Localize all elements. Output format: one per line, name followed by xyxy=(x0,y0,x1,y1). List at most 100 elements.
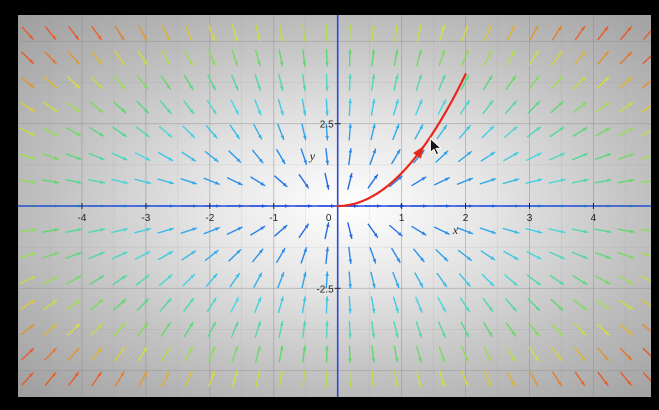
field-arrow xyxy=(574,25,586,41)
field-arrow xyxy=(506,371,516,387)
field-arrow-shaft xyxy=(641,130,651,137)
field-arrow xyxy=(618,127,634,137)
field-arrow-shaft xyxy=(643,372,651,383)
field-arrow xyxy=(277,271,285,289)
field-arrow xyxy=(433,177,450,186)
field-arrow-head xyxy=(418,74,422,80)
field-arrow xyxy=(182,125,196,139)
field-arrow xyxy=(325,49,329,67)
field-arrow-head xyxy=(348,99,352,104)
field-arrow xyxy=(529,371,539,387)
field-arrow xyxy=(594,251,612,259)
x-tick-label: 2 xyxy=(463,213,469,224)
field-arrow xyxy=(457,150,472,163)
field-arrow xyxy=(161,25,170,41)
field-arrow xyxy=(479,227,497,234)
field-arrow xyxy=(159,100,172,114)
field-arrow xyxy=(158,125,173,138)
x-axis-label: x xyxy=(452,223,459,237)
field-arrow xyxy=(595,299,611,311)
field-arrow xyxy=(371,49,376,67)
field-arrow xyxy=(44,347,57,361)
field-arrow xyxy=(184,25,193,42)
field-arrow xyxy=(277,296,284,314)
field-arrow xyxy=(229,272,241,288)
field-arrow xyxy=(206,99,217,115)
field-arrow xyxy=(392,296,399,314)
field-arrow xyxy=(370,271,376,289)
field-arrow xyxy=(527,298,541,312)
field-arrow xyxy=(302,370,307,388)
field-arrow xyxy=(134,227,152,234)
field-arrow-head xyxy=(325,37,329,42)
field-arrow xyxy=(640,228,651,232)
field-arrow xyxy=(204,150,219,163)
field-arrow xyxy=(618,275,634,285)
field-arrow xyxy=(597,347,610,361)
field-arrow xyxy=(461,49,469,66)
y-axis-label: y xyxy=(309,149,316,163)
field-arrow xyxy=(597,26,609,41)
x-tick-label: 1 xyxy=(399,213,405,224)
field-arrow xyxy=(348,345,352,363)
field-arrow xyxy=(641,130,651,137)
field-arrow xyxy=(158,151,174,162)
field-arrow xyxy=(231,370,238,388)
field-arrow-head xyxy=(325,370,329,375)
field-arrow xyxy=(438,49,446,67)
field-arrow xyxy=(437,297,447,313)
field-arrow xyxy=(20,102,36,113)
field-arrow-head xyxy=(348,123,353,128)
slope-field-plot[interactable]: -4 -3 -2 -1 0 1 2 3 4 2.5 -2.5 x y xyxy=(18,15,651,397)
field-arrow xyxy=(21,347,35,361)
field-arrow xyxy=(114,371,125,387)
field-arrow xyxy=(134,152,151,161)
field-arrow xyxy=(255,370,261,388)
field-arrow xyxy=(348,370,352,388)
field-arrow-head xyxy=(325,61,329,66)
field-arrow xyxy=(549,152,566,161)
field-arrow xyxy=(348,123,353,141)
field-arrow xyxy=(618,299,634,311)
field-arrow xyxy=(65,251,82,259)
field-arrow xyxy=(135,126,150,138)
field-arrow xyxy=(253,272,263,288)
field-arrow xyxy=(414,272,424,288)
field-arrow xyxy=(348,98,352,116)
field-arrow xyxy=(526,251,542,260)
field-arrow xyxy=(21,26,34,40)
field-arrow xyxy=(413,248,425,263)
field-arrow xyxy=(278,370,284,388)
field-arrow xyxy=(481,273,495,287)
field-arrow xyxy=(480,151,496,162)
field-arrow xyxy=(371,24,376,42)
field-arrow xyxy=(67,51,80,65)
field-arrow xyxy=(278,24,284,42)
field-arrow xyxy=(111,251,128,260)
field-arrow-head xyxy=(372,149,376,154)
field-arrow xyxy=(595,127,611,137)
field-arrow-head xyxy=(629,153,634,157)
field-arrow xyxy=(226,226,243,235)
field-arrow xyxy=(114,347,126,362)
field-arrow xyxy=(504,100,517,114)
field-arrow xyxy=(252,248,264,263)
field-arrow xyxy=(503,151,519,162)
field-arrow xyxy=(595,275,611,285)
field-arrow xyxy=(324,222,330,240)
field-arrow xyxy=(617,228,635,234)
field-arrow xyxy=(348,296,352,314)
field-arrow xyxy=(482,297,494,312)
field-arrow xyxy=(277,98,284,116)
field-arrow xyxy=(618,101,634,113)
field-arrow xyxy=(411,176,427,187)
field-arrow xyxy=(111,178,129,185)
field-arrow xyxy=(91,371,102,387)
y-tick-label: 2.5 xyxy=(320,120,334,131)
field-arrow-head xyxy=(441,50,446,55)
field-arrow xyxy=(160,346,171,362)
field-arrow xyxy=(254,345,261,363)
plot-area[interactable]: -4 -3 -2 -1 0 1 2 3 4 2.5 -2.5 x y xyxy=(18,15,651,397)
field-arrow xyxy=(574,371,586,387)
field-arrow xyxy=(159,298,172,312)
